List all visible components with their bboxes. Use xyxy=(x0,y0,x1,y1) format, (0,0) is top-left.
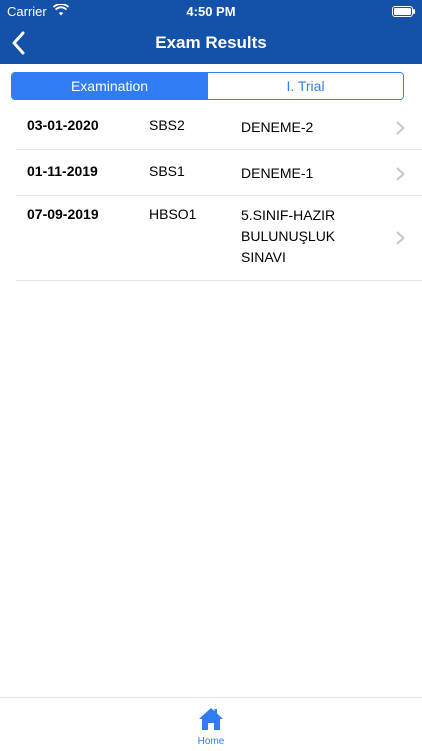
page-title: Exam Results xyxy=(155,33,267,52)
chevron-right-icon xyxy=(396,121,405,135)
exam-date: 07-09-2019 xyxy=(27,206,99,222)
tab-home-label: Home xyxy=(197,736,225,747)
home-icon xyxy=(199,708,223,730)
segment-examination[interactable]: Examination xyxy=(12,73,207,99)
exam-code: HBSO1 xyxy=(149,206,197,222)
tab-home[interactable]: Home xyxy=(186,704,236,748)
list-item[interactable]: 01-11-2019 SBS1 DENEME-1 xyxy=(16,150,422,196)
battery-icon xyxy=(392,6,415,17)
segmented-control: Examination I. Trial xyxy=(11,72,404,100)
nav-bar: Exam Results xyxy=(0,22,422,64)
navigation-header: Carrier 4:50 PM Exam Results xyxy=(0,0,422,64)
exam-name: 5.SINIF-HAZIR BULUNUŞLUK SINAVI xyxy=(241,207,336,265)
exam-name: DENEME-2 xyxy=(241,119,314,135)
exam-results-list: 03-01-2020 SBS2 DENEME-2 01-11-2019 SBS1… xyxy=(16,104,422,281)
exam-date: 01-11-2019 xyxy=(27,163,98,179)
segment-trial[interactable]: I. Trial xyxy=(207,73,403,99)
battery-level xyxy=(394,8,411,15)
list-item[interactable]: 07-09-2019 HBSO1 5.SINIF-HAZIR BULUNUŞLU… xyxy=(16,196,422,281)
status-bar: Carrier 4:50 PM xyxy=(0,0,422,22)
chevron-right-icon xyxy=(396,167,405,181)
tab-bar: Home xyxy=(0,697,422,751)
exam-code: SBS1 xyxy=(149,163,185,179)
exam-name: DENEME-1 xyxy=(241,165,314,181)
exam-code: SBS2 xyxy=(149,117,185,133)
chevron-right-icon xyxy=(396,231,405,245)
exam-date: 03-01-2020 xyxy=(27,117,99,133)
clock: 4:50 PM xyxy=(186,4,236,19)
list-item[interactable]: 03-01-2020 SBS2 DENEME-2 xyxy=(16,104,422,150)
